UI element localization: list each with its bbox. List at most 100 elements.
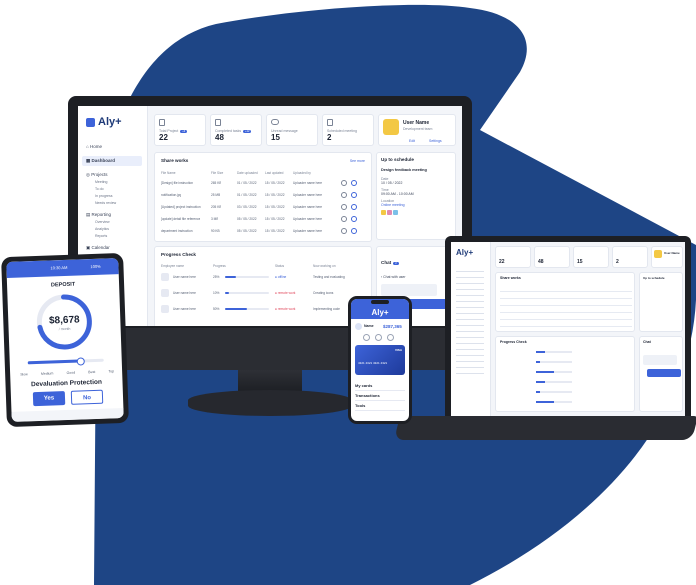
nav-project-item[interactable]: In progress xyxy=(95,194,113,198)
phone-logo: Aly+ xyxy=(371,308,389,317)
logo: Aly+ xyxy=(456,248,474,257)
share-icon[interactable] xyxy=(351,228,357,234)
stat-value: 22 xyxy=(499,259,505,265)
nav-reporting-item[interactable]: Analytics xyxy=(95,227,109,231)
share-icon[interactable] xyxy=(351,204,357,210)
table-cell: department instruction xyxy=(161,229,193,233)
chat-count: 2 xyxy=(393,262,399,265)
nav-reporting[interactable]: ▤ Reporting xyxy=(86,212,111,218)
stat-value: 2 xyxy=(327,133,332,142)
employee-name: User name here xyxy=(173,275,196,279)
nav-lines xyxy=(456,266,484,376)
stat-card: Completed tasks +12 48 xyxy=(210,114,262,146)
stat-value: 22 xyxy=(159,133,168,142)
share-works-panel: Share works See more File Name File Size D… xyxy=(154,152,372,242)
message-icon xyxy=(271,119,279,125)
stat-value: 2 xyxy=(616,259,619,265)
table-cell: Uploader name here xyxy=(293,181,323,185)
nav-calendar[interactable]: ▣ Calendar xyxy=(86,245,110,251)
download-icon[interactable] xyxy=(341,228,347,234)
table-cell: [Updated] project instruction xyxy=(161,205,201,209)
nav-project-item[interactable]: Needs review xyxy=(95,201,116,205)
column-header: File Size xyxy=(211,171,224,175)
tab-bar xyxy=(11,408,124,422)
table-cell: 01 / 05 / 2022 xyxy=(237,193,257,197)
chat-bubble xyxy=(647,369,681,377)
share-icon[interactable] xyxy=(351,180,357,186)
logo: Aly+ xyxy=(86,116,122,128)
schedule-title: Up to schedule xyxy=(381,157,414,162)
phone-notch xyxy=(371,300,389,304)
table-cell: Uploader name here xyxy=(293,229,323,233)
pay-icon[interactable] xyxy=(387,334,394,341)
share-title: Share works xyxy=(500,276,521,280)
card-type: VISA xyxy=(394,348,402,352)
download-icon[interactable] xyxy=(341,180,347,186)
chat-with-user[interactable]: ‹ Chat with user xyxy=(381,275,451,279)
column-header: Progress xyxy=(213,264,226,268)
avatar xyxy=(393,210,398,215)
download-icon[interactable] xyxy=(341,204,347,210)
menu-item[interactable]: Transactions xyxy=(355,393,405,401)
laptop-sidebar: Aly+ xyxy=(451,242,491,416)
laptop: Aly+ 22 48 15 2 User Name Share works Up… xyxy=(394,236,696,440)
stat-card: Unread message 15 xyxy=(266,114,318,146)
nav-dashboard[interactable]: ▦ Dashboard xyxy=(82,156,142,166)
schedule-title: Up to schedule xyxy=(643,276,665,280)
yes-button[interactable]: Yes xyxy=(32,391,66,407)
progress-percent: 25% xyxy=(213,275,220,279)
menu-item[interactable]: Tools xyxy=(355,403,405,411)
laptop-stat: 2 xyxy=(612,246,648,268)
slider-handle[interactable] xyxy=(76,356,86,366)
laptop-progress-panel: Progress Check xyxy=(495,336,635,412)
send-icon[interactable] xyxy=(363,334,370,341)
progress-fill xyxy=(536,401,554,403)
table-cell: 15 / 05 / 2022 xyxy=(265,181,285,185)
table-cell: 15 / 05 / 2022 xyxy=(265,193,285,197)
progress-fill xyxy=(536,371,554,373)
progress-fill xyxy=(225,308,247,310)
progress-fill xyxy=(536,361,540,363)
scale-label: Best xyxy=(88,369,96,375)
location-value[interactable]: Online meeting xyxy=(381,203,451,207)
table-cell: 265 KB xyxy=(211,181,222,185)
column-header: Status xyxy=(275,264,285,268)
card-number: 4321 4321 4321 4321 xyxy=(358,361,388,365)
status-battery: 100% xyxy=(90,263,101,270)
avatar xyxy=(161,273,169,281)
slider-track[interactable] xyxy=(27,356,104,366)
user-name: User Name xyxy=(403,120,430,126)
nav-projects[interactable]: ◎ Projects xyxy=(86,172,107,178)
edit-link[interactable]: Edit xyxy=(409,139,415,143)
download-icon[interactable] xyxy=(341,192,347,198)
table-cell: 15 / 05 / 2022 xyxy=(265,229,285,233)
no-button[interactable]: No xyxy=(70,389,104,405)
share-icon[interactable] xyxy=(351,216,357,222)
column-header: File Name xyxy=(161,171,176,175)
stat-card: Total Project +3 22 xyxy=(154,114,206,146)
download-icon[interactable] xyxy=(341,216,347,222)
account-balance: $287,365 xyxy=(383,324,402,329)
nav-reporting-item[interactable]: Reports xyxy=(95,234,107,238)
bank-card[interactable]: VISA 4321 4321 4321 4321 xyxy=(355,345,405,375)
settings-link[interactable]: Settings xyxy=(429,139,442,143)
menu-label: Tools xyxy=(355,403,366,408)
current-task: Implementing code xyxy=(313,307,340,311)
stat-value: 48 xyxy=(538,259,544,265)
share-icon[interactable] xyxy=(351,192,357,198)
nav-home[interactable]: ⌂ Home xyxy=(86,144,102,149)
scale-label: Top xyxy=(108,369,115,374)
progress-fill xyxy=(536,351,545,353)
deposit-title: DEPOSIT xyxy=(50,281,76,289)
receive-icon[interactable] xyxy=(375,334,382,341)
menu-item[interactable]: My cards xyxy=(355,383,405,391)
nav-project-item[interactable]: To do xyxy=(95,187,104,191)
avatar xyxy=(387,210,392,215)
slider-fill xyxy=(27,359,81,365)
progress-percent: 50% xyxy=(213,307,220,311)
nav-reporting-item[interactable]: Overview xyxy=(95,220,110,224)
time-value: 09:00 AM - 10:00 AM xyxy=(381,192,414,196)
nav-project-item[interactable]: Meeting xyxy=(95,180,107,184)
avatar xyxy=(161,289,169,297)
chat-title: Chat xyxy=(643,340,651,344)
